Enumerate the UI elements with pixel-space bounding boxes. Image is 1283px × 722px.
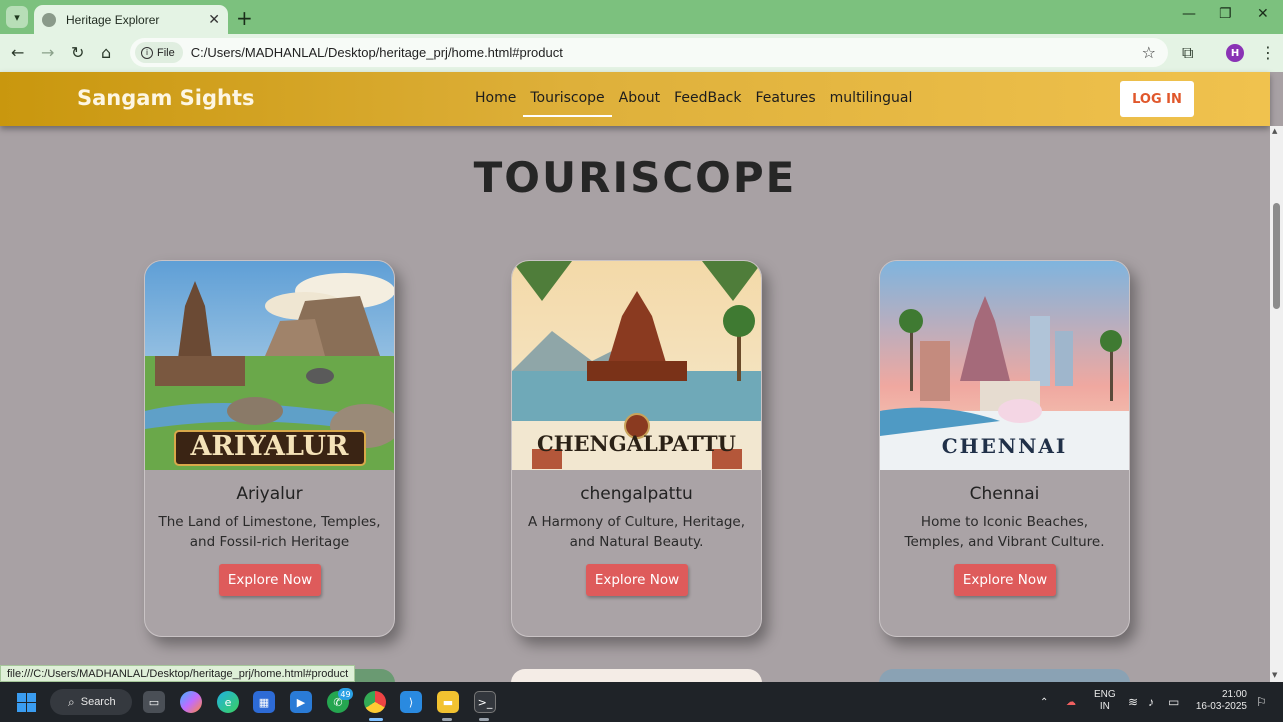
- task-view-icon[interactable]: ▭: [143, 691, 165, 713]
- show-hidden-icons-icon[interactable]: ⌃: [1040, 682, 1048, 722]
- tab-close-icon[interactable]: ✕: [208, 12, 220, 28]
- back-icon[interactable]: ←: [11, 43, 24, 62]
- nav-touriscope[interactable]: Touriscope: [523, 72, 613, 126]
- volume-icon[interactable]: ♪: [1148, 682, 1154, 722]
- minimize-icon[interactable]: —: [1182, 6, 1196, 22]
- window-close-icon[interactable]: ✕: [1257, 6, 1269, 22]
- card-image: CHENGALPATTU: [512, 261, 761, 470]
- card-title: Chennai: [969, 484, 1040, 504]
- site-brand[interactable]: Sangam Sights: [77, 86, 255, 110]
- globe-icon: [42, 12, 56, 27]
- tab-title: Heritage Explorer: [66, 12, 160, 27]
- star-icon[interactable]: ☆: [1142, 43, 1156, 62]
- card-banner-text: CHENNAI: [941, 434, 1068, 458]
- lang-bottom: IN: [1099, 701, 1110, 712]
- extensions-icon[interactable]: ⧉: [1182, 43, 1193, 63]
- destination-card-chengalpattu: CHENGALPATTU chengalpattu A Harmony of C…: [511, 260, 762, 637]
- taskbar-clock[interactable]: 21:00 16-03-2025: [1193, 689, 1247, 713]
- chrome-running-indicator: [369, 718, 383, 721]
- edge-icon[interactable]: e: [217, 691, 239, 713]
- card-description: Home to Iconic Beaches, Temples, and Vib…: [904, 514, 1105, 550]
- new-tab-icon[interactable]: +: [236, 6, 253, 30]
- reload-icon[interactable]: ↻: [71, 43, 84, 62]
- video-editor-icon[interactable]: ▶: [290, 691, 312, 713]
- lang-top: ENG: [1094, 689, 1116, 700]
- forward-icon[interactable]: →: [41, 43, 54, 62]
- tab-search-icon[interactable]: ▾: [6, 6, 28, 28]
- explore-now-button[interactable]: Explore Now: [954, 564, 1056, 596]
- nav-about[interactable]: About: [612, 72, 667, 126]
- battery-icon[interactable]: ▭: [1168, 682, 1179, 722]
- scroll-down-icon[interactable]: ▼: [1272, 671, 1277, 679]
- store-icon[interactable]: ▦: [253, 691, 275, 713]
- url-text[interactable]: C:/Users/MADHANLAL/Desktop/heritage_prj/…: [191, 45, 1142, 60]
- nav-multilingual[interactable]: multilingual: [823, 72, 920, 126]
- scroll-up-icon[interactable]: ▲: [1272, 127, 1277, 135]
- browser-tab[interactable]: Heritage Explorer ✕: [34, 5, 228, 34]
- profile-avatar[interactable]: H: [1226, 44, 1244, 62]
- clock-date: 16-03-2025: [1195, 701, 1247, 712]
- card-title: Ariyalur: [236, 484, 303, 504]
- address-bar[interactable]: i File C:/Users/MADHANLAL/Desktop/herita…: [130, 38, 1168, 67]
- card-image: CHENNAI: [880, 261, 1129, 470]
- site-info-chip[interactable]: i File: [135, 42, 183, 63]
- info-icon: i: [141, 46, 153, 59]
- vscode-icon[interactable]: ⟩: [400, 691, 422, 713]
- scrollbar-thumb[interactable]: [1273, 203, 1280, 309]
- explore-now-button[interactable]: Explore Now: [586, 564, 688, 596]
- card-banner-text: CHENGALPATTU: [537, 431, 736, 456]
- maximize-icon[interactable]: ❐: [1219, 6, 1232, 22]
- wifi-icon[interactable]: ≋: [1128, 682, 1138, 722]
- login-button[interactable]: LOG IN: [1120, 81, 1194, 117]
- site-header: Sangam Sights Home Touriscope About Feed…: [0, 72, 1270, 126]
- destination-card-ariyalur: ARIYALUR Ariyalur The Land of Limestone,…: [144, 260, 395, 637]
- terminal-icon[interactable]: >_: [474, 691, 496, 713]
- language-indicator[interactable]: ENG IN: [1094, 689, 1116, 713]
- link-status-bar: file:///C:/Users/MADHANLAL/Desktop/herit…: [0, 665, 356, 682]
- explorer-running-indicator: [442, 718, 452, 721]
- nav-feedback[interactable]: FeedBack: [667, 72, 748, 126]
- next-card-peek: [511, 669, 762, 683]
- main-nav: Home Touriscope About FeedBack Features …: [468, 72, 919, 126]
- copilot-icon[interactable]: [180, 691, 202, 713]
- nav-home[interactable]: Home: [468, 72, 523, 126]
- taskbar-search[interactable]: ⌕ Search: [50, 689, 132, 715]
- card-banner-text: ARIYALUR: [190, 431, 349, 462]
- notifications-icon[interactable]: ⚐: [1256, 682, 1267, 722]
- search-icon: ⌕: [68, 694, 75, 709]
- taskbar-search-label: Search: [80, 696, 116, 708]
- file-explorer-icon[interactable]: ▬: [437, 691, 459, 713]
- browser-toolbar: ← → ↻ ⌂ i File C:/Users/MADHANLAL/Deskto…: [0, 34, 1283, 72]
- card-image: ARIYALUR: [145, 261, 394, 470]
- home-icon[interactable]: ⌂: [101, 43, 111, 62]
- terminal-running-indicator: [479, 718, 489, 721]
- section-title: TOURISCOPE: [473, 153, 797, 202]
- menu-icon[interactable]: ⋮: [1260, 43, 1276, 62]
- clock-time: 21:00: [1221, 689, 1247, 700]
- chrome-icon[interactable]: [364, 691, 386, 713]
- destination-card-chennai: CHENNAI Chennai Home to Iconic Beaches, …: [879, 260, 1130, 637]
- next-card-peek: [879, 669, 1130, 683]
- browser-tabstrip: ▾ Heritage Explorer ✕ + — ❐ ✕: [0, 0, 1283, 34]
- explore-now-button[interactable]: Explore Now: [219, 564, 321, 596]
- windows-taskbar: ⌕ Search ▭ e ▦ ▶ ✆ ⟩ ▬ >_ ⌃ ☁ ≋ ♪ ▭ ⚐: [0, 682, 1283, 722]
- whatsapp-badge: 49: [338, 688, 353, 700]
- chip-label: File: [157, 46, 175, 59]
- card-title: chengalpattu: [580, 484, 693, 504]
- nav-features[interactable]: Features: [748, 72, 822, 126]
- card-description: A Harmony of Culture, Heritage, and Natu…: [527, 514, 746, 550]
- onedrive-icon[interactable]: ☁: [1066, 682, 1076, 722]
- windows-start-icon[interactable]: [17, 693, 36, 712]
- card-description: The Land of Limestone, Temples, and Foss…: [158, 514, 381, 550]
